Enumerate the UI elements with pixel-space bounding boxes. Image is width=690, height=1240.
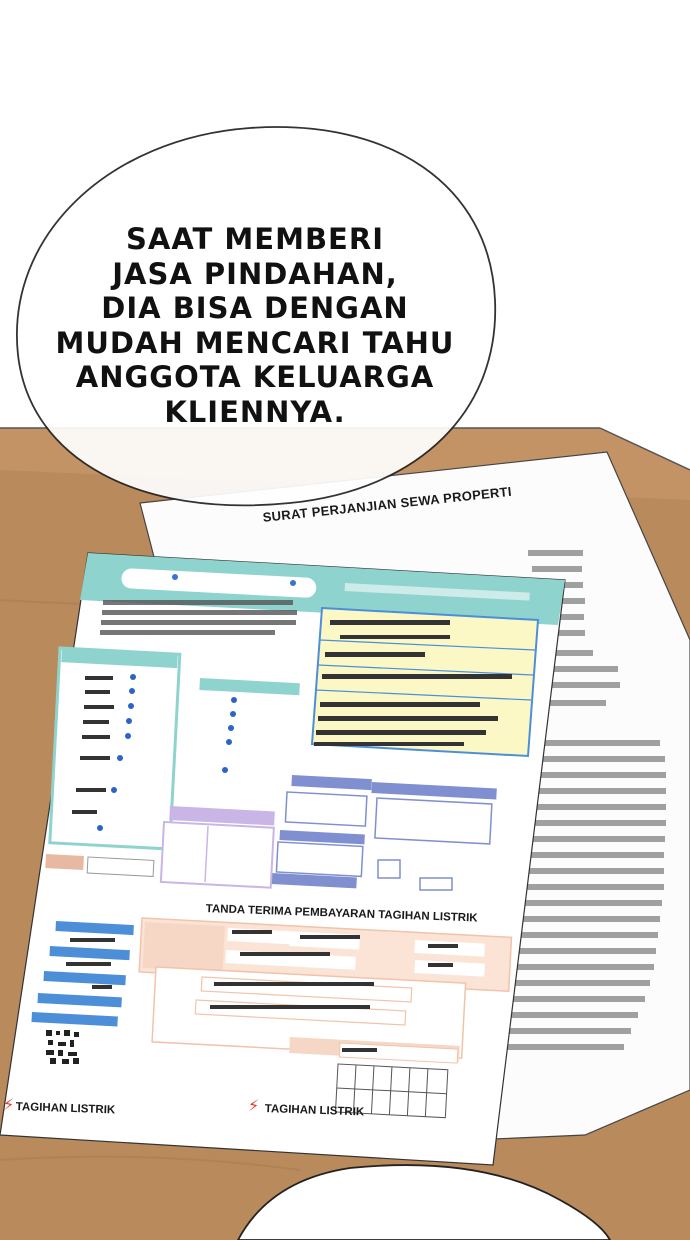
- bill-left-table: [48, 646, 182, 851]
- lightning-bolt-icon: ⚡: [3, 1095, 15, 1114]
- speech-bubble-text: SAAT MEMBERI JASA PINDAHAN, DIA BISA DEN…: [55, 222, 455, 429]
- bill-purple-table: [159, 820, 275, 889]
- lightning-bolt-icon: ⚡: [248, 1096, 260, 1115]
- manga-panel: SAAT MEMBERI JASA PINDAHAN, DIA BISA DEN…: [0, 0, 690, 1240]
- qr-code: [44, 1028, 84, 1066]
